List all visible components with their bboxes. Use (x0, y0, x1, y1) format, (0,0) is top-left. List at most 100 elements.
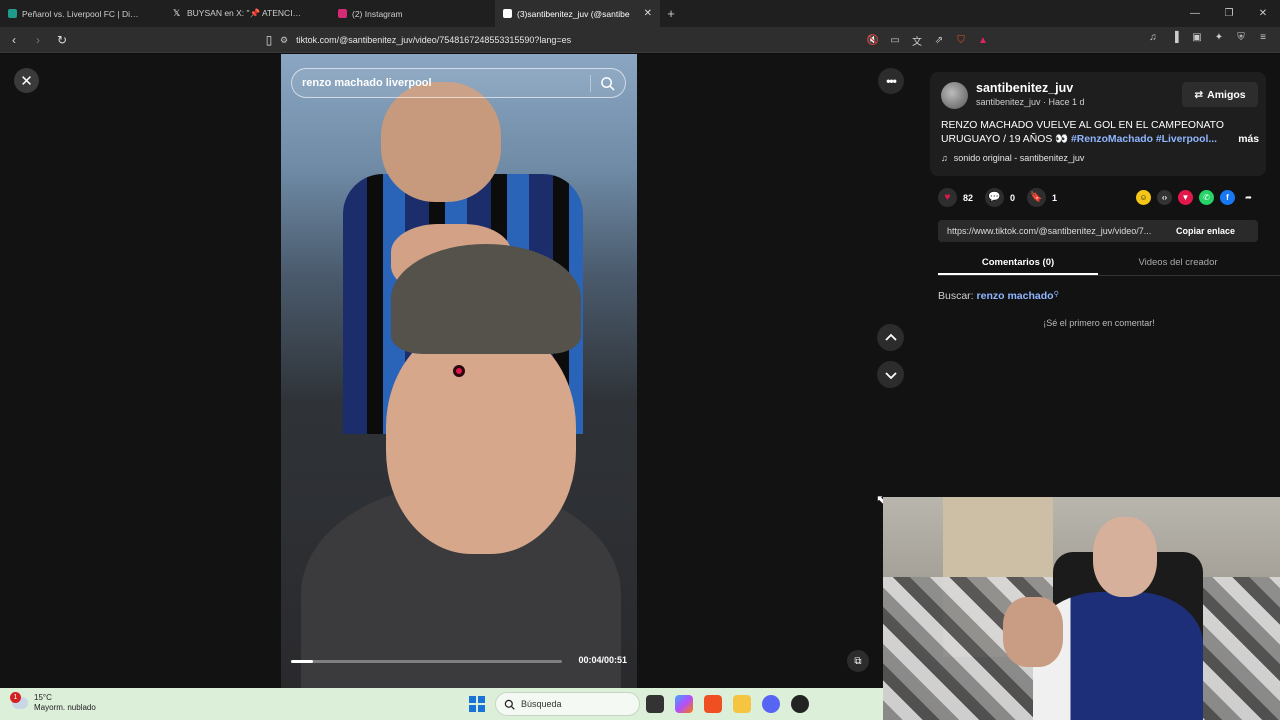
search-divider (590, 75, 591, 92)
url-text: tiktok.com/@santibenitez_juv/video/75481… (296, 35, 572, 45)
translate-icon[interactable]: 文 (910, 33, 924, 48)
weather-condition: Mayorm. nublado (34, 703, 96, 712)
site-info-icon[interactable]: ⚙ (280, 35, 288, 46)
tiktok-favicon-icon (503, 9, 512, 18)
comment-count: 0 (1010, 192, 1016, 203)
vpn-icon[interactable]: ⛨ (1234, 30, 1248, 44)
address-bar: ‹ › ↻ ▯ ⚙ tiktok.com/@santibenitez_juv/v… (0, 27, 1280, 53)
video-frame-face (386, 324, 576, 554)
browser-tab-bar: Peñarol vs. Liverpool FC | Disney+ 𝕏 BUY… (0, 0, 1280, 27)
instagram-favicon-icon (338, 9, 347, 18)
task-view-icon[interactable] (646, 695, 664, 713)
windows-start-icon[interactable] (469, 696, 485, 712)
video-frame-cap (391, 244, 581, 354)
facebook-icon[interactable]: f (1220, 190, 1235, 205)
forward-icon[interactable]: › (28, 30, 48, 50)
mute-icon[interactable]: 🔇 (866, 33, 880, 47)
tab-creator-videos[interactable]: Videos del creador (1098, 252, 1258, 275)
close-video-button[interactable]: ✕ (14, 68, 39, 93)
next-video-button[interactable] (877, 361, 904, 388)
previous-video-button[interactable] (877, 324, 904, 351)
webcam-overlay (883, 497, 1280, 720)
embed-icon[interactable]: ‹› (1157, 190, 1172, 205)
search-small-icon: ⚲ (1053, 291, 1059, 298)
minimize-icon[interactable]: — (1178, 0, 1212, 27)
weather-badge: 1 (10, 692, 21, 703)
video-frame-player-face (381, 82, 501, 202)
media-icon[interactable]: ♫ (1146, 30, 1160, 44)
like-button[interactable]: ♥ 82 (938, 188, 973, 207)
obs-icon[interactable] (791, 695, 809, 713)
search-icon[interactable] (600, 76, 615, 91)
new-tab-button[interactable]: + (660, 6, 682, 21)
video-player[interactable]: renzo machado liverpool 00:04/00:51 (281, 54, 637, 688)
leo-ai-icon[interactable]: ✦ (1212, 30, 1226, 44)
windows-taskbar: 1 15°C Mayorm. nublado Búsqueda (0, 688, 883, 720)
coin-icon[interactable]: ☺ (1136, 190, 1151, 205)
share-options: ☺ ‹› ▼ ✆ f ➦ (1136, 190, 1256, 205)
window-controls: — ❐ ✕ (1178, 0, 1280, 27)
share-arrow-icon[interactable]: ➦ (1241, 190, 1256, 205)
friends-swap-icon: ⇄ (1194, 88, 1204, 101)
close-tab-icon[interactable]: ✕ (644, 8, 652, 19)
file-explorer-icon[interactable] (733, 695, 751, 713)
post-info-card: santibenitez_juv santibenitez_juv · Hace… (930, 72, 1266, 176)
reload-icon[interactable]: ↻ (52, 30, 72, 50)
menu-icon[interactable]: ≡ (1256, 30, 1270, 44)
sound-label: sonido original - santibenitez_juv (953, 153, 1085, 163)
taskbar-search-placeholder: Búsqueda (521, 699, 562, 709)
restore-icon[interactable]: ❐ (1212, 0, 1246, 27)
tab-label: (2) Instagram (352, 8, 403, 19)
bookmark-icon[interactable]: ▯ (259, 30, 279, 50)
disney-favicon-icon (8, 9, 17, 18)
video-progress-bar[interactable] (291, 660, 562, 663)
repost-icon[interactable]: ▼ (1178, 190, 1193, 205)
empty-comments-text: ¡Sé el primero en comentar! (1043, 318, 1155, 328)
cast-icon[interactable]: ▭ (888, 33, 902, 47)
tab-comments[interactable]: Comentarios (0) (938, 252, 1098, 275)
copy-link-button[interactable]: Copiar enlace (1170, 226, 1235, 236)
friends-button[interactable]: ⇄ Amigos (1182, 82, 1258, 107)
share-icon[interactable]: ⇗ (932, 33, 946, 47)
bookmark-icon: 🔖 (1027, 188, 1047, 207)
tab-x[interactable]: 𝕏 BUYSAN en X: "📌 ATENCIÓN | Haye (165, 0, 330, 27)
post-tabs: Comentarios (0) Videos del creador (938, 252, 1280, 276)
back-icon[interactable]: ‹ (4, 30, 24, 50)
chevron-up-icon (884, 333, 897, 341)
save-button[interactable]: 🔖 1 (1027, 188, 1057, 207)
heart-icon: ♥ (938, 188, 957, 207)
tab-tiktok[interactable]: (3)santibenitez_juv (@santibe ✕ (495, 0, 660, 27)
sound-info[interactable]: ♫ sonido original - santibenitez_juv (941, 153, 1084, 163)
video-search-input[interactable]: renzo machado liverpool (291, 68, 626, 98)
brave-icon[interactable] (704, 695, 722, 713)
whatsapp-icon[interactable]: ✆ (1199, 190, 1214, 205)
webcam-person-head (1093, 517, 1157, 597)
sidebar-icon[interactable]: ▐ (1168, 30, 1182, 44)
more-link[interactable]: más (1238, 133, 1259, 147)
avatar[interactable] (941, 82, 968, 109)
weather-widget[interactable]: 1 15°C Mayorm. nublado (10, 692, 96, 713)
close-window-icon[interactable]: ✕ (1246, 0, 1280, 27)
tab-label: (3)santibenitez_juv (@santibe (517, 8, 630, 19)
cursor-indicator (453, 365, 465, 377)
tab-instagram[interactable]: (2) Instagram (330, 0, 495, 27)
brave-shield-icon[interactable]: ⛉ (954, 33, 968, 47)
related-search: Buscar: renzo machado⚲ (938, 290, 1059, 302)
copilot-icon[interactable] (675, 695, 693, 713)
brave-rewards-icon[interactable]: ▲ (976, 33, 990, 47)
tab-label: BUYSAN en X: "📌 ATENCIÓN | Haye (187, 8, 305, 18)
find-query-link[interactable]: renzo machado (977, 290, 1054, 302)
comment-button[interactable]: 💬 0 (985, 188, 1015, 207)
mini-player-button[interactable]: ⧉ (847, 650, 869, 672)
webcam-person-hands (1003, 597, 1063, 667)
x-favicon-icon: 𝕏 (173, 8, 181, 18)
post-link[interactable]: https://www.tiktok.com/@santibenitez_juv… (938, 226, 1170, 236)
hashtags[interactable]: #RenzoMachado #Liverpool... (1071, 134, 1217, 145)
post-username[interactable]: santibenitez_juv (976, 81, 1073, 95)
more-options-button[interactable]: ••• (878, 68, 904, 94)
tab-disney[interactable]: Peñarol vs. Liverpool FC | Disney+ (0, 0, 165, 27)
wallet-icon[interactable]: ▣ (1190, 30, 1204, 44)
discord-icon[interactable] (762, 695, 780, 713)
taskbar-search[interactable]: Búsqueda (495, 692, 640, 716)
copy-link-box: https://www.tiktok.com/@santibenitez_juv… (938, 220, 1258, 242)
